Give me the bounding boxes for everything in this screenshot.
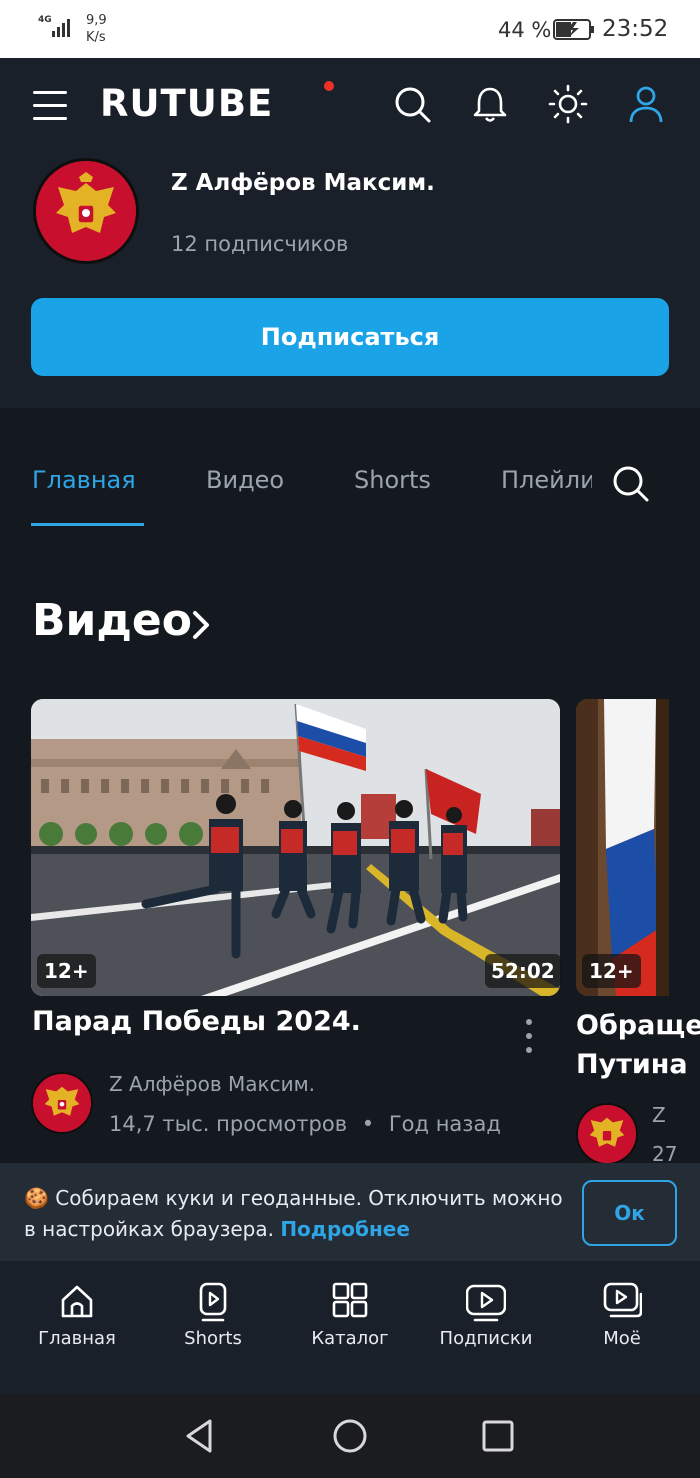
cookie-text: 🍪 Собираем куки и геоданные. Отключить м…: [24, 1186, 563, 1241]
network-type: 4G: [38, 15, 52, 25]
shorts-icon: [199, 1282, 227, 1322]
coat-of-arms-icon: [33, 1074, 91, 1132]
video-title-2[interactable]: Обращение Путина: [576, 1006, 700, 1086]
parade-thumbnail-image: [31, 699, 560, 996]
subscriber-count: 12 подписчиков: [171, 232, 349, 256]
active-tab-indicator: [31, 523, 144, 526]
channel-search-icon[interactable]: [610, 463, 650, 503]
signal-icon: [52, 19, 70, 37]
battery-charging-icon: [553, 19, 594, 40]
network-speed: 9,9 K/s: [86, 13, 107, 45]
age-rating-badge: 12+: [37, 954, 96, 988]
rutube-logo[interactable]: RUTUBE: [100, 82, 273, 125]
subscriptions-icon: [466, 1284, 506, 1322]
video-author[interactable]: Z Алфёров Максим.: [109, 1072, 315, 1096]
nav-catalog[interactable]: Каталог: [290, 1280, 410, 1360]
view-count: 14,7 тыс. просмотров: [109, 1112, 348, 1136]
video-thumbnail[interactable]: [31, 699, 560, 996]
status-bar: 4G 9,9 K/s 44 % 23:52: [0, 0, 700, 58]
coat-of-arms-icon: [578, 1105, 636, 1163]
clock: 23:52: [602, 16, 669, 42]
section-title[interactable]: Видео: [32, 595, 192, 646]
cookie-more-link[interactable]: Подробнее: [280, 1217, 410, 1241]
battery-percent: 44 %: [498, 18, 552, 42]
user-icon[interactable]: [626, 84, 666, 124]
theme-sun-icon[interactable]: [548, 84, 588, 124]
author-avatar-2[interactable]: [576, 1103, 638, 1165]
nav-my[interactable]: Моё: [562, 1280, 682, 1360]
back-icon[interactable]: [180, 1416, 220, 1456]
home-icon: [61, 1285, 93, 1318]
channel-avatar[interactable]: [33, 158, 139, 264]
chevron-right-icon[interactable]: [190, 608, 212, 642]
video-author-2[interactable]: Z: [652, 1103, 700, 1127]
nav-shorts[interactable]: Shorts: [153, 1280, 273, 1360]
tab-videos[interactable]: Видео: [206, 466, 284, 494]
coat-of-arms-icon: [36, 161, 136, 261]
search-icon[interactable]: [392, 84, 432, 124]
tab-shorts[interactable]: Shorts: [354, 466, 431, 494]
nav-subscriptions[interactable]: Подписки: [426, 1280, 546, 1360]
home-button-icon[interactable]: [330, 1416, 370, 1456]
my-icon: [603, 1282, 642, 1318]
nav-home[interactable]: Главная: [17, 1280, 137, 1360]
video-title[interactable]: Парад Победы 2024.: [32, 1006, 361, 1037]
author-avatar[interactable]: [31, 1072, 93, 1134]
cookie-ok-button[interactable]: Ок: [582, 1180, 677, 1246]
logo-dot: [324, 81, 334, 91]
subscribe-button[interactable]: Подписаться: [31, 298, 669, 376]
video-meta: 14,7 тыс. просмотров • Год назад: [109, 1112, 501, 1136]
flag-thumbnail-image: [576, 699, 669, 996]
duration-badge: 52:02: [485, 954, 561, 988]
bell-icon[interactable]: [470, 84, 510, 124]
tab-main[interactable]: Главная: [32, 466, 136, 494]
meta-separator: •: [361, 1112, 375, 1136]
catalog-icon: [332, 1282, 368, 1318]
tab-playlists[interactable]: Плейлисты: [501, 466, 592, 494]
menu-icon[interactable]: [30, 88, 70, 122]
channel-name[interactable]: Z Алфёров Максим.: [171, 170, 435, 196]
upload-date: Год назад: [388, 1112, 501, 1136]
recents-icon[interactable]: [478, 1416, 518, 1456]
age-rating-badge-2: 12+: [582, 954, 641, 988]
video-thumbnail-2[interactable]: [576, 699, 669, 996]
more-vertical-icon[interactable]: [516, 1016, 542, 1056]
